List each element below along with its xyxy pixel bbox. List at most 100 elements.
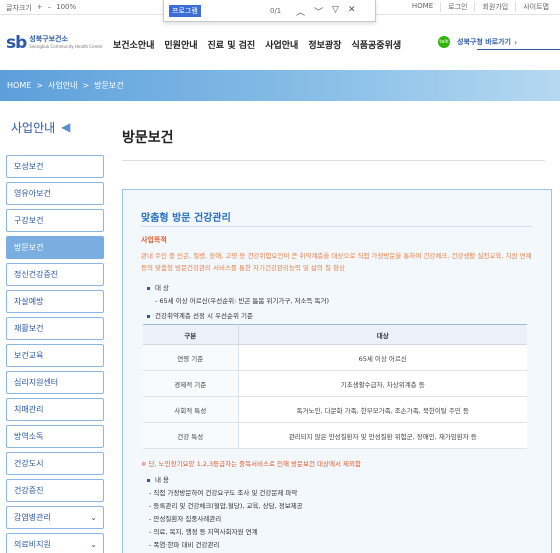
breadcrumb-separator-icon: > bbox=[82, 81, 90, 90]
criteria-table: 구분 대상 연령 기준 65세 이상 어르신 경제적 기준 기초생활수급자, 차… bbox=[143, 324, 527, 449]
sidebar-nav: 모성보건 영유아보건 구강보건 방문보건 정신건강증진 자살예방 재활보건 보건… bbox=[6, 155, 104, 553]
sidebar-item[interactable]: 정신건강증진 bbox=[6, 263, 104, 286]
sidebar-title-text: 사업안내 bbox=[11, 120, 56, 135]
find-next-icon[interactable]: ﹀ bbox=[314, 5, 323, 18]
logo-name: 성북구보건소 bbox=[29, 35, 68, 43]
find-input[interactable]: 프로그램 bbox=[169, 5, 201, 17]
find-prev-icon[interactable]: ︿ bbox=[296, 5, 305, 18]
nav-item-programs[interactable]: 사업안내 bbox=[265, 38, 298, 51]
purpose-description: 관내 주민 중 빈곤, 질병, 장애, 고령 등 건강위험요인이 큰 취약계층을… bbox=[141, 252, 532, 272]
breadcrumb-home[interactable]: HOME bbox=[7, 81, 31, 90]
font-increase-button[interactable]: + bbox=[37, 3, 43, 13]
sidebar-item[interactable]: 영유아보건 bbox=[6, 182, 104, 205]
sidebar-item[interactable]: 감염병관리 ⌄ bbox=[6, 506, 104, 529]
find-filter-icon[interactable]: ▽ bbox=[332, 5, 339, 18]
nav-item-civil[interactable]: 민원안내 bbox=[164, 38, 197, 51]
sidebar-item-label: 영유아보건 bbox=[14, 189, 51, 198]
sitemap-link[interactable]: 사이트맵 bbox=[515, 2, 556, 12]
sidebar-item[interactable]: 자살예방 bbox=[6, 290, 104, 313]
table-cell-category: 사회적 특성 bbox=[143, 396, 239, 423]
bullet-icon bbox=[147, 286, 150, 290]
district-office-link[interactable]: 성북구청 바로가기 bbox=[457, 37, 511, 47]
content-box: 맞춤형 방문 건강관리 사업목적 관내 주민 중 빈곤, 질병, 장애, 고령 … bbox=[122, 189, 552, 553]
sidebar-item-label: 건강증진 bbox=[14, 486, 44, 495]
list-item: - 폭염·한파 대비 건강관리 bbox=[149, 541, 220, 549]
sidebar-item[interactable]: 방역소독 bbox=[6, 425, 104, 448]
sidebar-item[interactable]: 심리지원센터 bbox=[6, 371, 104, 394]
breadcrumb-current: 방문보건 bbox=[94, 81, 124, 90]
purpose-label: 사업목적 bbox=[141, 236, 167, 244]
shortcut-underline bbox=[477, 49, 560, 50]
sidebar-item[interactable]: 구강보건 bbox=[6, 209, 104, 232]
font-size-control: 글자크기 + – 100% bbox=[6, 3, 76, 13]
nav-item-food-hygiene[interactable]: 식품공중위생 bbox=[351, 38, 401, 51]
sidebar-item[interactable]: 건강도시 bbox=[6, 452, 104, 475]
table-cell-category: 경제적 기준 bbox=[143, 370, 239, 397]
sidebar-item-label: 자살예방 bbox=[14, 297, 44, 306]
sidebar-item[interactable]: 재활보건 bbox=[6, 317, 104, 340]
find-close-icon[interactable]: ✕ bbox=[348, 5, 356, 18]
table-header-target: 대상 bbox=[238, 324, 527, 345]
logo-mark: sb bbox=[6, 33, 27, 53]
title-divider bbox=[122, 160, 545, 161]
sidebar-item-label: 방문보건 bbox=[14, 243, 44, 252]
sidebar-item[interactable]: 의료비지원 ⌄ bbox=[6, 533, 104, 553]
sidebar-item-label: 심리지원센터 bbox=[14, 378, 59, 387]
sidebar-title: 사업안내 ◀ bbox=[6, 101, 105, 153]
nav-item-clinic[interactable]: 진료 및 검진 bbox=[208, 38, 256, 51]
sidebar: 사업안내 ◀ bbox=[6, 101, 105, 153]
table-cell-category: 연령 기준 bbox=[143, 344, 239, 371]
shortcut-area: talk 성북구청 바로가기 › bbox=[438, 36, 560, 50]
content-list: - 직접 가정방문하여 건강요구도 조사 및 건강문제 파악 - 등록관리 및 … bbox=[149, 487, 303, 552]
table-cell-target: 독거노인, 다문화 가족, 한부모가족, 조손가족, 북한이탈 주민 등 bbox=[238, 396, 527, 423]
table-row: 건강 특성 관리되지 않은 만성질환자 및 만성질환 위험군, 장애인, 재가암… bbox=[143, 422, 527, 449]
sidebar-item-label: 정신건강증진 bbox=[14, 270, 59, 279]
font-decrease-button[interactable]: – bbox=[48, 3, 52, 13]
target-description: - 65세 이상 어르신(우선순위: 빈곤 틈봄 위기가구, 저소득 독거) bbox=[155, 297, 330, 305]
table-cell-target: 기초생활수급자, 차상위계층 등 bbox=[238, 370, 527, 397]
sidebar-item-label: 모성보건 bbox=[14, 162, 44, 171]
table-cell-category: 건강 특성 bbox=[143, 422, 239, 449]
sidebar-item-label: 구강보건 bbox=[14, 216, 44, 225]
login-link[interactable]: 로그인 bbox=[440, 2, 474, 12]
target-heading: 대 상 bbox=[147, 282, 169, 292]
nav-item-about[interactable]: 보건소안내 bbox=[113, 38, 154, 51]
table-row: 연령 기준 65세 이상 어르신 bbox=[143, 344, 527, 371]
sidebar-item[interactable]: 모성보건 bbox=[6, 155, 104, 178]
list-item: - 의료, 복지, 행정 등 지역사회자원 연계 bbox=[149, 528, 258, 536]
section-divider bbox=[141, 226, 533, 227]
sidebar-item-label: 방역소독 bbox=[14, 432, 44, 441]
page-title: 방문보건 bbox=[122, 130, 174, 146]
bullet-icon bbox=[147, 314, 150, 318]
table-header-category: 구분 bbox=[143, 324, 239, 345]
site-logo[interactable]: sb 성북구보건소 Seongbuk Community Health Cent… bbox=[6, 33, 103, 53]
list-item: - 등록관리 및 건강체크(혈압,혈당), 교육, 상담, 정보제공 bbox=[149, 502, 303, 510]
table-cell-target: 65세 이상 어르신 bbox=[238, 344, 527, 371]
sidebar-item[interactable]: 치매관리 bbox=[6, 398, 104, 421]
table-cell-target: 관리되지 않은 만성질환자 및 만성질환 위험군, 장애인, 재가암환자 등 bbox=[238, 422, 527, 449]
bullet-icon bbox=[147, 478, 150, 482]
breadcrumb-programs[interactable]: 사업안내 bbox=[48, 80, 77, 91]
content-heading: 내 용 bbox=[147, 474, 169, 484]
exclusion-note: ※ 단, 노인장기요양 1,2,3등급자는 중복서비스로 인해 방문보건 대상에… bbox=[141, 460, 361, 468]
content-label: 내 용 bbox=[155, 476, 170, 484]
section-title: 맞춤형 방문 건강관리 bbox=[141, 213, 231, 224]
triangle-left-icon: ◀ bbox=[61, 120, 71, 134]
sidebar-item[interactable]: 건강증진 bbox=[6, 479, 104, 502]
sidebar-item-label: 의료비지원 bbox=[14, 540, 51, 549]
kakao-talk-icon[interactable]: talk bbox=[438, 36, 450, 48]
sidebar-item[interactable]: 보건교육 bbox=[6, 344, 104, 367]
signup-link[interactable]: 회원가입 bbox=[474, 2, 515, 12]
sidebar-item-label: 치매관리 bbox=[14, 405, 44, 414]
sidebar-item-label: 건강도시 bbox=[14, 459, 44, 468]
home-link[interactable]: HOME bbox=[405, 2, 440, 12]
find-bar: 프로그램 0/1 ︿ ﹀ ▽ ✕ bbox=[163, 0, 376, 22]
site-header: sb 성북구보건소 Seongbuk Community Health Cent… bbox=[0, 15, 560, 70]
nav-item-info[interactable]: 정보광장 bbox=[308, 38, 341, 51]
logo-subtitle: Seongbuk Community Health Center bbox=[29, 44, 103, 49]
main-nav: 보건소안내 민원안내 진료 및 검진 사업안내 정보광장 식품공중위생 bbox=[113, 38, 401, 51]
find-count: 0/1 bbox=[270, 7, 282, 15]
sidebar-item-active[interactable]: 방문보건 bbox=[6, 236, 104, 259]
sidebar-item-label: 감염병관리 bbox=[14, 513, 51, 522]
font-size-label: 글자크기 bbox=[6, 4, 32, 12]
